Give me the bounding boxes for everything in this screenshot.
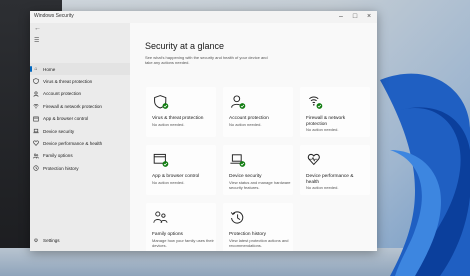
card-account-protection[interactable]: Account protection No action needed. — [223, 87, 293, 137]
sidebar-item-label: Device security — [43, 128, 75, 134]
sidebar-item-label: Settings — [43, 238, 60, 244]
history-icon — [230, 211, 244, 224]
person-icon — [231, 95, 246, 109]
shield-icon — [33, 78, 39, 85]
menu-hamburger-icon[interactable]: ☰ — [34, 37, 39, 44]
card-title: Protection history — [229, 232, 267, 237]
windows-security-window: Windows Security – □ × ← ☰ ⌂ Home Virus … — [30, 11, 377, 251]
sidebar-item-label: Account protection — [43, 91, 82, 97]
card-status: No action needed. — [152, 180, 185, 185]
card-status: No action needed. — [306, 127, 339, 132]
card-device-security[interactable]: Device security View status and manage h… — [223, 145, 293, 195]
sidebar: ← ☰ ⌂ Home Virus & threat protection Acc… — [30, 23, 130, 251]
maximize-button[interactable]: □ — [348, 11, 362, 22]
wifi-icon — [33, 103, 39, 109]
card-status: View status and manage hardware security… — [229, 180, 291, 190]
sidebar-item-label: Device performance & health — [43, 141, 103, 147]
sidebar-item-family[interactable]: Family options — [30, 150, 130, 162]
page-title: Security at a glance — [145, 41, 225, 51]
back-arrow-icon[interactable]: ← — [34, 25, 41, 32]
card-protection-history[interactable]: Protection history View latest protectio… — [223, 203, 293, 251]
card-title: Device security — [229, 174, 262, 179]
card-title: Account protection — [229, 116, 269, 121]
heart-icon — [33, 140, 39, 147]
main-content: Security at a glance See what's happenin… — [130, 23, 377, 251]
home-icon: ⌂ — [34, 66, 38, 72]
family-icon — [33, 153, 39, 159]
browser-icon — [153, 153, 169, 167]
card-status: No action needed. — [152, 122, 185, 127]
heart-icon — [307, 153, 320, 166]
card-title: Device performance & health — [306, 174, 354, 185]
browser-icon — [33, 116, 39, 122]
card-title: Family options — [152, 232, 183, 237]
sidebar-item-label: Virus & threat protection — [43, 79, 93, 85]
close-button[interactable]: × — [362, 11, 376, 22]
sidebar-item-virus-threat[interactable]: Virus & threat protection — [30, 75, 130, 87]
title-bar: Windows Security – □ × — [30, 11, 377, 23]
card-status: View latest protection actions and recom… — [229, 238, 289, 248]
page-description: See what's happening with the security a… — [145, 55, 268, 65]
sidebar-item-app-browser[interactable]: App & browser control — [30, 113, 130, 125]
card-family-options[interactable]: Family options Manage how your family us… — [146, 203, 216, 251]
card-title: Firewall & network protection — [306, 116, 346, 127]
sidebar-item-label: Protection history — [43, 165, 79, 171]
sidebar-item-device-performance[interactable]: Device performance & health — [30, 137, 130, 149]
card-title: Virus & threat protection — [152, 116, 204, 121]
wifi-icon — [309, 96, 323, 109]
sidebar-settings: ⚙ Settings — [30, 235, 130, 247]
card-title: App & browser control — [152, 174, 200, 179]
sidebar-item-settings[interactable]: ⚙ Settings — [30, 235, 130, 247]
card-app-browser-control[interactable]: App & browser control No action needed. — [146, 145, 216, 195]
person-icon — [33, 91, 39, 97]
card-firewall-network-protection[interactable]: Firewall & network protection No action … — [300, 87, 370, 137]
card-virus-threat-protection[interactable]: Virus & threat protection No action need… — [146, 87, 216, 137]
card-status: No action needed. — [306, 185, 339, 190]
sidebar-item-label: Family options — [43, 153, 73, 159]
gear-icon: ⚙ — [33, 237, 39, 244]
window-title: Windows Security — [34, 13, 74, 19]
sidebar-item-account[interactable]: Account protection — [30, 88, 130, 100]
family-icon — [153, 211, 168, 223]
laptop-icon — [33, 128, 39, 134]
sidebar-item-label: App & browser control — [43, 116, 89, 122]
sidebar-item-firewall[interactable]: Firewall & network protection — [30, 100, 130, 112]
minimize-button[interactable]: – — [334, 11, 348, 22]
sidebar-item-label: Firewall & network protection — [43, 103, 102, 109]
card-device-performance-health[interactable]: Device performance & health No action ne… — [300, 145, 370, 195]
shield-icon — [154, 95, 169, 109]
sidebar-nav: ⌂ Home Virus & threat protection Account… — [30, 63, 130, 175]
sidebar-item-device-security[interactable]: Device security — [30, 125, 130, 137]
card-status: No action needed. — [229, 122, 262, 127]
sidebar-item-home[interactable]: ⌂ Home — [30, 63, 130, 76]
card-status: Manage how your family uses their device… — [152, 238, 214, 248]
sidebar-item-protection-history[interactable]: Protection history — [30, 162, 130, 174]
sidebar-item-label: Home — [43, 66, 56, 72]
laptop-icon — [230, 154, 246, 167]
history-icon — [33, 165, 39, 171]
